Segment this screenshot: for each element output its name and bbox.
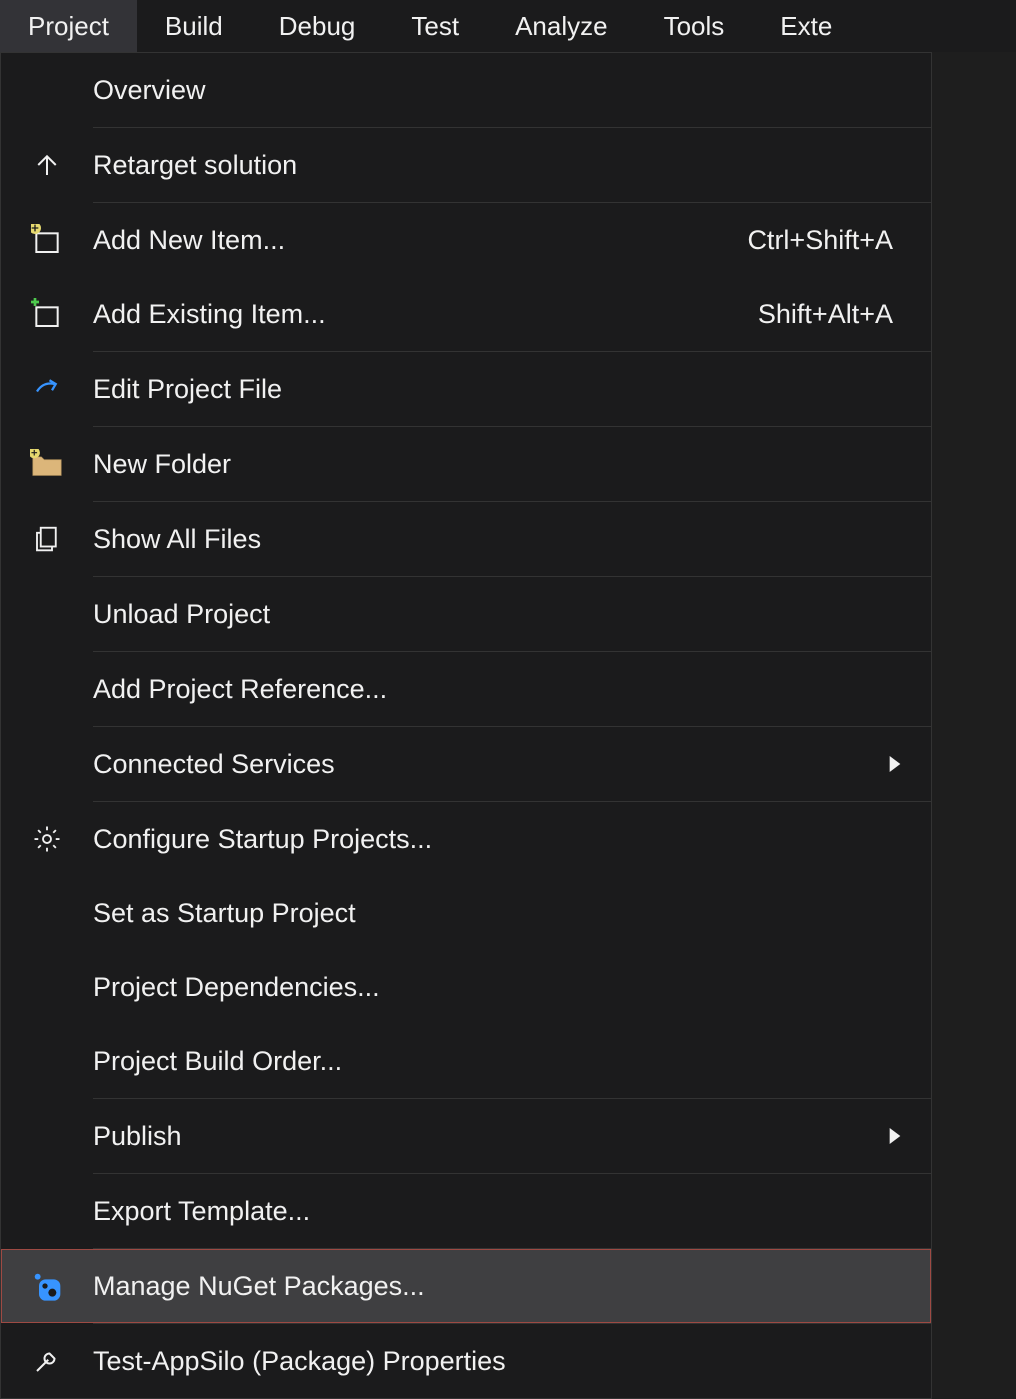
menu-item-label: New Folder: [93, 449, 909, 480]
menu-item-configure-startup[interactable]: Configure Startup Projects...: [1, 802, 931, 876]
menu-item-label: Show All Files: [93, 524, 909, 555]
menubar-item-test[interactable]: Test: [383, 0, 487, 52]
menu-item-label: Connected Services: [93, 749, 889, 780]
menubar-item-extensions[interactable]: Exte: [752, 0, 860, 52]
menu-item-shortcut: Shift+Alt+A: [758, 299, 909, 330]
menu-item-label: Add Existing Item...: [93, 299, 758, 330]
menu-item-label: Configure Startup Projects...: [93, 824, 909, 855]
menubar-item-tools[interactable]: Tools: [636, 0, 753, 52]
menu-item-add-existing-item[interactable]: Add Existing Item... Shift+Alt+A: [1, 277, 931, 351]
menu-item-overview[interactable]: Overview: [1, 53, 931, 127]
menu-item-label: Add New Item...: [93, 225, 747, 256]
menu-item-label: Test-AppSilo (Package) Properties: [93, 1346, 909, 1377]
menu-item-label: Edit Project File: [93, 374, 909, 405]
menu-item-edit-project-file[interactable]: Edit Project File: [1, 352, 931, 426]
menu-item-label: Project Dependencies...: [93, 972, 909, 1003]
menubar: Project Build Debug Test Analyze Tools E…: [0, 0, 1016, 52]
menubar-item-project[interactable]: Project: [0, 0, 137, 52]
menu-item-export-template[interactable]: Export Template...: [1, 1174, 931, 1248]
nuget-icon: [1, 1270, 93, 1302]
menu-item-label: Unload Project: [93, 599, 909, 630]
arrow-up-icon: [1, 150, 93, 180]
menubar-item-debug[interactable]: Debug: [251, 0, 384, 52]
menu-item-connected-services[interactable]: Connected Services: [1, 727, 931, 801]
menu-item-add-project-reference[interactable]: Add Project Reference...: [1, 652, 931, 726]
menu-item-label: Overview: [93, 75, 909, 106]
menu-item-label: Publish: [93, 1121, 889, 1152]
menu-item-publish[interactable]: Publish: [1, 1099, 931, 1173]
menu-item-label: Manage NuGet Packages...: [93, 1271, 909, 1302]
project-menu-dropdown: Overview Retarget solution Add New Item.…: [0, 52, 932, 1399]
menu-item-new-folder[interactable]: New Folder: [1, 427, 931, 501]
new-item-icon: [1, 224, 93, 256]
menu-item-label: Add Project Reference...: [93, 674, 909, 705]
menubar-item-analyze[interactable]: Analyze: [487, 0, 636, 52]
menu-item-set-as-startup[interactable]: Set as Startup Project: [1, 876, 931, 950]
menu-item-label: Project Build Order...: [93, 1046, 909, 1077]
menu-item-retarget-solution[interactable]: Retarget solution: [1, 128, 931, 202]
submenu-arrow-icon: [889, 1128, 909, 1144]
menu-item-label: Retarget solution: [93, 150, 909, 181]
existing-item-icon: [1, 298, 93, 330]
menu-item-unload-project[interactable]: Unload Project: [1, 577, 931, 651]
menu-item-add-new-item[interactable]: Add New Item... Ctrl+Shift+A: [1, 203, 931, 277]
submenu-arrow-icon: [889, 756, 909, 772]
menu-item-show-all-files[interactable]: Show All Files: [1, 502, 931, 576]
wrench-icon: [1, 1346, 93, 1376]
gear-icon: [1, 824, 93, 854]
menu-item-properties[interactable]: Test-AppSilo (Package) Properties: [1, 1324, 931, 1398]
menu-item-shortcut: Ctrl+Shift+A: [747, 225, 909, 256]
menubar-item-build[interactable]: Build: [137, 0, 251, 52]
open-arrow-icon: [1, 374, 93, 404]
menu-item-project-dependencies[interactable]: Project Dependencies...: [1, 950, 931, 1024]
menu-item-project-build-order[interactable]: Project Build Order...: [1, 1024, 931, 1098]
menu-item-label: Set as Startup Project: [93, 898, 909, 929]
menu-item-manage-nuget[interactable]: Manage NuGet Packages...: [1, 1249, 931, 1323]
new-folder-icon: [1, 449, 93, 479]
menu-item-label: Export Template...: [93, 1196, 909, 1227]
files-icon: [1, 524, 93, 554]
